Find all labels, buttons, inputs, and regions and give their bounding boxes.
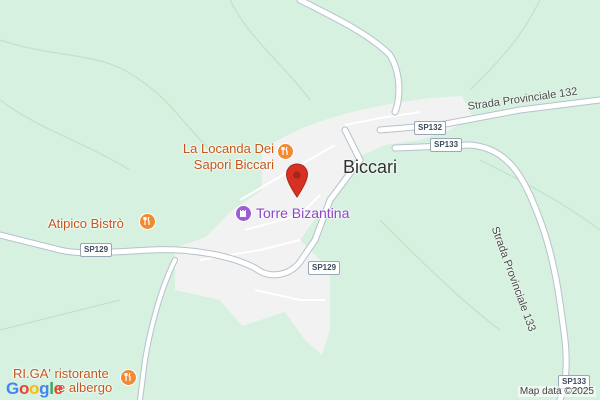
map-attribution[interactable]: Map data ©2025	[517, 386, 596, 397]
restaurant-icon	[120, 369, 137, 386]
map-base-layer	[0, 0, 600, 400]
town-label-biccari[interactable]: Biccari	[343, 157, 397, 178]
route-shield-sp129-west: SP129	[80, 243, 113, 257]
google-logo: Google	[6, 379, 63, 398]
location-pin-icon[interactable]	[285, 163, 309, 199]
restaurant-icon	[139, 213, 156, 230]
poi-torre-label: Torre Bizantina	[256, 205, 350, 221]
route-shield-sp129-east: SP129	[308, 261, 341, 275]
castle-icon	[235, 205, 252, 222]
poi-atipico-label: Atipico Bistrò	[48, 216, 124, 231]
route-shield-sp132: SP132	[414, 121, 447, 135]
poi-la-locanda-line2: Sapori Biccari	[193, 157, 274, 172]
restaurant-icon	[277, 143, 294, 160]
map-canvas[interactable]: SP132 SP133 SP129 SP129 SP133 Strada Pro…	[0, 0, 600, 400]
poi-la-locanda-line1: La Locanda Dei	[182, 141, 274, 156]
poi-riga-line2: e albergo	[58, 380, 113, 395]
route-shield-sp133: SP133	[430, 138, 463, 152]
